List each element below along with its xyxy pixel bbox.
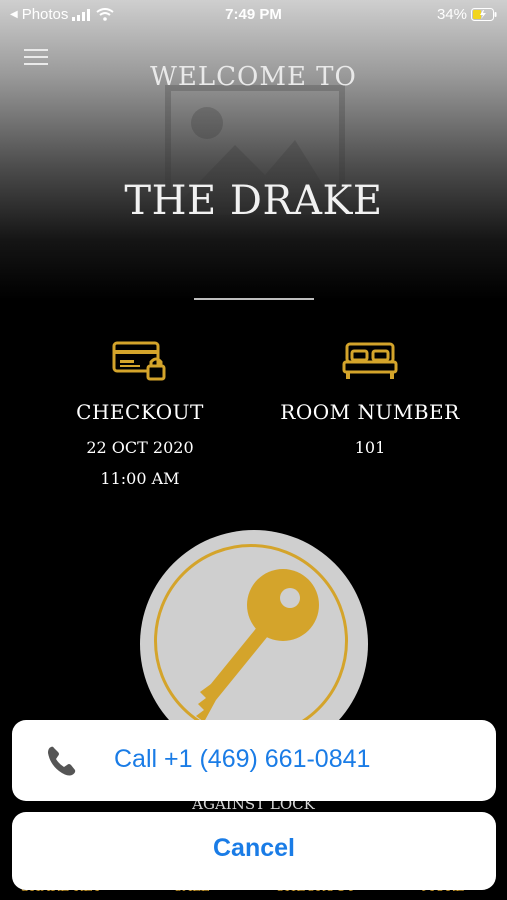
- cancel-label: Cancel: [213, 834, 295, 862]
- checkout-label: CHECKOUT: [76, 400, 204, 424]
- room-number: 101: [354, 438, 386, 457]
- phone-icon: [48, 746, 76, 776]
- status-bar: ◀ Photos 7:49 PM 34%: [0, 0, 507, 30]
- credit-card-lock-icon: [112, 341, 166, 381]
- header-divider: [194, 298, 314, 300]
- status-time: 7:49 PM: [225, 6, 282, 23]
- checkout-time: 11:00 AM: [100, 469, 180, 488]
- call-action-sheet: Call +1 (469) 661-0841: [12, 720, 496, 801]
- welcome-heading: WELCOME TO: [150, 62, 357, 92]
- room-info: ROOM NUMBER 101: [280, 340, 460, 457]
- battery-icon: [471, 8, 497, 21]
- checkout-info: CHECKOUT 22 OCT 2020 11:00 AM: [55, 340, 225, 488]
- bed-icon: [342, 342, 398, 379]
- call-label: Call +1 (469) 661-0841: [114, 745, 371, 773]
- hotel-name: THE DRAKE: [124, 178, 383, 224]
- checkout-date: 22 OCT 2020: [86, 438, 194, 457]
- battery-status: 34%: [437, 6, 497, 23]
- battery-percent: 34%: [436, 6, 467, 23]
- cancel-button[interactable]: Cancel: [12, 812, 496, 890]
- call-button[interactable]: Call +1 (469) 661-0841: [12, 720, 496, 801]
- room-number-label: ROOM NUMBER: [280, 400, 460, 424]
